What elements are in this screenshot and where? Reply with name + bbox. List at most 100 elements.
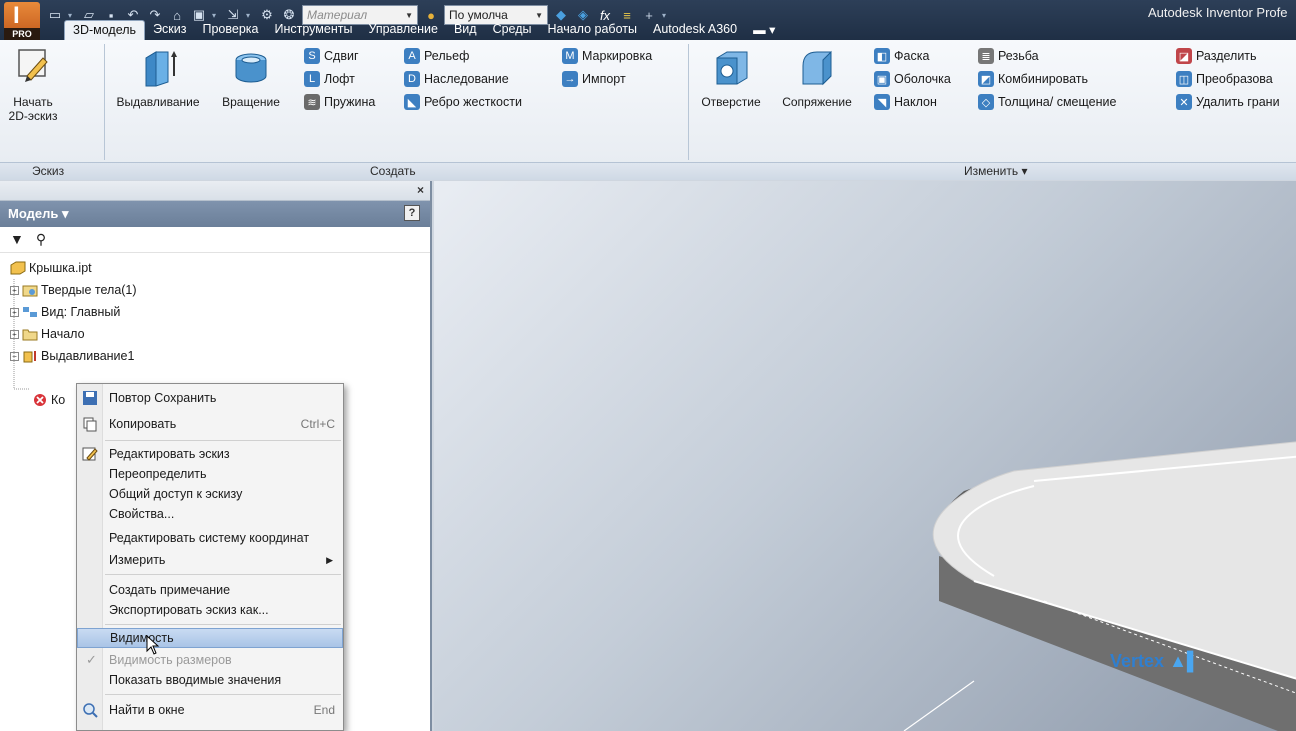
thicken-button[interactable]: ◇ Толщина/ смещение [978, 92, 1116, 112]
fillet-button[interactable]: Сопряжение [770, 46, 864, 109]
tab-sketch[interactable]: Эскиз [145, 20, 194, 40]
tree-node-origin[interactable]: + Начало [10, 323, 430, 345]
direct-edit-button[interactable]: ◫ Преобразова [1176, 69, 1273, 89]
menu-item-find-in-window[interactable]: Найти в окне End [77, 700, 343, 720]
tab-manage[interactable]: Управление [360, 20, 446, 40]
tab-tools[interactable]: Инструменты [266, 20, 360, 40]
loft-button[interactable]: L Лофт [304, 69, 355, 89]
tree-node-view[interactable]: + Вид: Главный [10, 301, 430, 323]
menu-separator [105, 440, 341, 441]
thread-button[interactable]: ≣ Резьба [978, 46, 1039, 66]
draft-icon: ◥ [874, 94, 890, 110]
menu-item-show-input[interactable]: Показать вводимые значения [77, 670, 343, 690]
tree-node-part[interactable]: Крышка.ipt [10, 257, 430, 279]
help-icon[interactable]: ? [404, 205, 420, 221]
menu-item-create-note[interactable]: Создать примечание [77, 580, 343, 600]
menu-item-edit-sketch[interactable]: Редактировать эскиз [77, 444, 343, 464]
tab-3d-model[interactable]: 3D-модель [64, 20, 146, 40]
watermark-label: Vertex [1110, 651, 1165, 671]
start-2d-sketch-button[interactable]: Начать 2D-эскиз [2, 46, 64, 123]
sweep-icon: S [304, 48, 320, 64]
panel-separator [688, 44, 689, 160]
start-sketch-label-2: 2D-эскиз [8, 109, 58, 123]
menu-item-share-sketch[interactable]: Общий доступ к эскизу [77, 484, 343, 504]
new-icon[interactable]: ▭ [46, 7, 64, 23]
hole-label: Отверстие [701, 95, 761, 109]
save-icon [83, 391, 97, 405]
menu-shortcut: Ctrl+C [300, 417, 335, 431]
import-label: Импорт [582, 72, 626, 86]
direct-edit-icon: ◫ [1176, 71, 1192, 87]
hole-button[interactable]: Отверстие [692, 46, 770, 109]
import-button[interactable]: → Импорт [562, 69, 626, 89]
menu-item-label: Редактировать систему координат [109, 531, 310, 545]
combine-button[interactable]: ◩ Комбинировать [978, 69, 1088, 89]
menu-item-visibility[interactable]: Видимость [77, 628, 343, 655]
menu-item-copy[interactable]: Копировать Ctrl+C [77, 414, 343, 434]
menu-separator [105, 574, 341, 575]
browser-header[interactable]: Модель ▾ ? [0, 201, 430, 227]
title-bar: I PRO ▭ ▾ ▱ ▪ ↶ ↷ ⌂ ▣ ▾ ⇲ ▾ ⚙ ❂ Материал ▼ ●… [0, 0, 1296, 40]
rib-label: Ребро жесткости [424, 95, 522, 109]
menu-item-label: Экспортировать эскиз как... [109, 603, 269, 617]
loft-label: Лофт [324, 72, 355, 86]
menu-item-label: Общий доступ к эскизу [109, 487, 243, 501]
filter-icon[interactable]: ▼ [10, 231, 24, 248]
chamfer-button[interactable]: ◧ Фаска [874, 46, 929, 66]
panel-label-sketch[interactable]: Эскиз [32, 164, 64, 178]
start-sketch-label-1: Начать [13, 95, 53, 109]
tab-get-started[interactable]: Начало работы [540, 20, 645, 40]
thicken-icon: ◇ [978, 94, 994, 110]
tab-environments[interactable]: Среды [485, 20, 540, 40]
menu-item-label: Создать примечание [109, 583, 231, 597]
context-menu: Повтор Сохранить Копировать Ctrl+C Редак… [76, 383, 344, 731]
revolve-button[interactable]: Вращение [214, 46, 288, 109]
mark-button[interactable]: M Маркировка [562, 46, 652, 66]
part-model-view[interactable] [434, 181, 1296, 731]
delete-face-button[interactable]: ✕ Удалить грани [1176, 92, 1280, 112]
find-icon [83, 703, 98, 718]
find-binoculars-icon[interactable]: ⚲ [36, 231, 46, 248]
browser-title[interactable]: Модель ▾ [8, 206, 68, 221]
logo-letter: I [13, 2, 20, 29]
inventor-logo-button[interactable]: I PRO [4, 2, 40, 40]
coil-button[interactable]: ≋ Пружина [304, 92, 375, 112]
close-icon[interactable]: × [417, 183, 424, 197]
tab-a360[interactable]: Autodesk A360 [645, 20, 745, 40]
menu-item-export-sketch[interactable]: Экспортировать эскиз как... [77, 600, 343, 620]
tab-inspect[interactable]: Проверка [194, 20, 266, 40]
delete-face-icon: ✕ [1176, 94, 1192, 110]
menu-item-repeat-save[interactable]: Повтор Сохранить [77, 388, 343, 408]
tree-node-label: Твердые тела(1) [41, 283, 137, 297]
sweep-button[interactable]: S Сдвиг [304, 46, 359, 66]
rib-button[interactable]: ◣ Ребро жесткости [404, 92, 522, 112]
browser-grip[interactable]: × [0, 181, 430, 201]
menu-item-label: Свойства... [109, 507, 175, 521]
revolve-label: Вращение [222, 95, 280, 109]
extrude-button[interactable]: Выдавливание [106, 46, 210, 109]
menu-item-label: Копировать [109, 417, 177, 431]
tree-node-label: Ко [51, 393, 66, 407]
tree-node-solid-bodies[interactable]: + Твердые тела(1) [10, 279, 430, 301]
menu-item-label: Переопределить [109, 467, 207, 481]
menu-item-edit-coordinate-system[interactable]: Редактировать систему координат [77, 528, 343, 548]
panel-label-modify[interactable]: Изменить ▾ [964, 164, 1028, 178]
menu-item-redefine[interactable]: Переопределить [77, 464, 343, 484]
emboss-button[interactable]: A Рельеф [404, 46, 469, 66]
graphics-viewport[interactable]: Vertex ▲▌ [434, 181, 1296, 731]
menu-item-properties[interactable]: Свойства... [77, 504, 343, 524]
panel-label-create[interactable]: Создать [370, 164, 416, 178]
tab-extra[interactable]: ▬ ▾ [745, 20, 783, 40]
draft-button[interactable]: ◥ Наклон [874, 92, 937, 112]
window-title: Autodesk Inventor Profe [1148, 5, 1288, 20]
mark-label: Маркировка [582, 49, 653, 63]
split-button[interactable]: ◪ Разделить [1176, 46, 1257, 66]
menu-item-measure[interactable]: Измерить ▶ [77, 550, 343, 570]
shell-button[interactable]: ▣ Оболочка [874, 69, 951, 89]
tree-node-label: Вид: Главный [41, 305, 121, 319]
derive-button[interactable]: D Наследование [404, 69, 509, 89]
menu-item-dimension-visibility[interactable]: ✓ Видимость размеров [77, 650, 343, 670]
tree-node-extrusion[interactable]: − Выдавливание1 [10, 345, 430, 367]
tab-view[interactable]: Вид [446, 20, 485, 40]
menu-shortcut: End [313, 703, 335, 717]
